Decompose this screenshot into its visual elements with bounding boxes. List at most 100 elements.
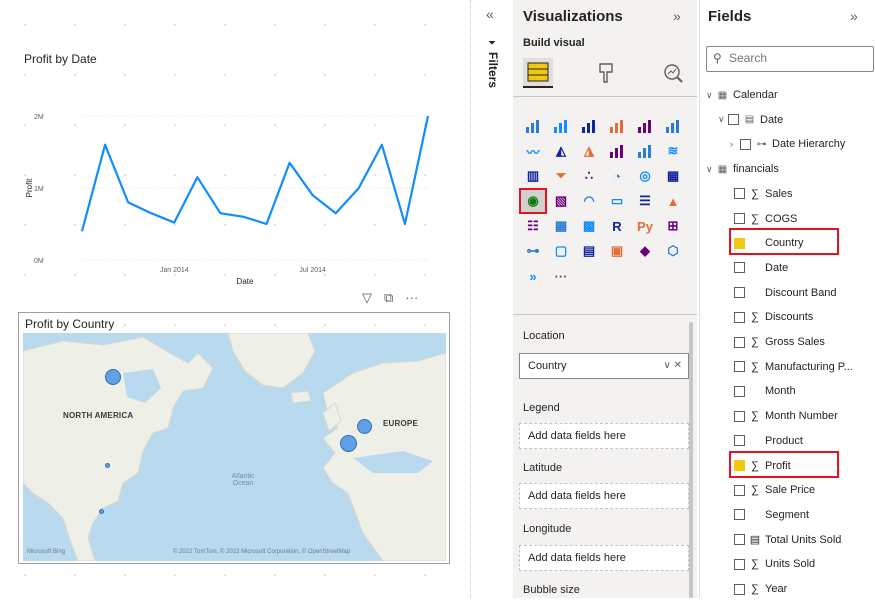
table-visual-icon[interactable] [523,58,553,88]
collapse-icon[interactable]: « [486,6,494,22]
longitude-well[interactable]: Add data fields here [519,545,689,571]
well-controls[interactable]: ∨ ✕ [664,360,682,371]
map-icon[interactable]: ◉ [519,188,547,214]
power-apps-icon[interactable]: ◆ [633,240,657,262]
field-discount-band[interactable]: Discount Band [734,282,837,304]
bubble-mexico[interactable] [99,509,104,514]
expand-icon[interactable]: » [673,8,681,24]
clustered-bar-chart-icon[interactable] [577,115,601,137]
bubble-france[interactable] [340,435,357,452]
key-influencers-icon[interactable]: ⊞ [661,215,685,237]
bubble-canada[interactable] [105,369,121,385]
expand-icon[interactable]: » [850,8,858,24]
scatter-chart-icon[interactable]: ∴ [577,165,601,187]
table-financials[interactable]: ∨ ▦ financials [706,158,779,180]
filter-icon[interactable]: ▽ [362,290,372,306]
search-box[interactable]: ⚲ [706,46,874,72]
filters-label[interactable]: Filters [486,52,500,88]
profit-by-country-visual[interactable]: NORTH AMERICA EUROPE Atlantic Ocean Micr… [18,312,450,564]
area-chart-icon[interactable]: ◭ [549,140,573,162]
line-clustered-column-chart-icon[interactable] [605,140,629,162]
field-cogs[interactable]: ∑ COGS [734,208,797,230]
ribbon-chart-icon[interactable]: ≋ [661,140,685,162]
funnel-chart-icon[interactable]: ⏷ [549,165,573,187]
line-stacked-column-chart-icon[interactable] [633,140,657,162]
field-month[interactable]: Month [734,380,796,402]
stacked-bar-chart-icon[interactable] [521,115,545,137]
location-well[interactable]: Country ∨ ✕ [519,353,689,379]
format-paint-icon[interactable] [591,58,621,88]
field-date[interactable]: Date [734,257,788,279]
well-field-country[interactable]: Country [528,360,567,372]
checkbox[interactable] [734,287,745,299]
more-options-icon[interactable]: ··· [405,290,418,306]
checkbox[interactable] [734,484,745,496]
100-stacked-column-chart-icon[interactable] [661,115,685,137]
table-calendar[interactable]: ∨ ▦ Calendar [706,84,778,106]
checkbox[interactable] [734,188,745,200]
checkbox[interactable] [734,558,745,570]
checkbox[interactable] [734,534,745,546]
slicer-icon[interactable]: ☷ [521,215,545,237]
checkbox[interactable] [734,385,745,397]
kpi-icon[interactable]: ▲ [661,190,685,212]
bubble-usa[interactable] [105,463,110,468]
field-units-sold[interactable]: ∑ Units Sold [734,553,815,575]
map-area[interactable]: NORTH AMERICA EUROPE Atlantic Ocean Micr… [23,333,446,561]
scrollbar[interactable] [689,322,693,598]
multi-row-card-icon[interactable]: ☰ [633,190,657,212]
stacked-area-chart-icon[interactable]: ◮ [577,140,601,162]
100-stacked-bar-chart-icon[interactable] [633,115,657,137]
power-automate-icon[interactable]: ⬡ [661,240,685,262]
field-month-number[interactable]: ∑ Month Number [734,405,838,427]
field-year[interactable]: ∑ Year [734,578,787,600]
checkbox[interactable] [734,410,745,422]
field-discounts[interactable]: ∑ Discounts [734,306,813,328]
checkbox[interactable] [734,336,745,348]
checkbox[interactable] [734,435,745,447]
field-sales[interactable]: ∑ Sales [734,183,793,205]
checkbox[interactable] [728,114,739,126]
line-chart-icon[interactable]: 〰 [521,140,545,162]
more-ellipsis-icon[interactable]: ··· [549,265,573,287]
waterfall-chart-icon[interactable]: ▥ [521,165,545,187]
filled-map-icon[interactable]: ▧ [549,190,573,212]
decomposition-tree-icon[interactable]: ⊶ [521,240,545,262]
qa-visual-icon[interactable]: ▢ [549,240,573,262]
pie-chart-icon[interactable]: ◔ [605,165,629,187]
analytics-icon[interactable] [658,58,688,88]
field-product[interactable]: Product [734,430,803,452]
smart-narrative-icon[interactable]: ▤ [577,240,601,262]
latitude-well[interactable]: Add data fields here [519,483,689,509]
field-segment[interactable]: Segment [734,504,809,526]
checkbox[interactable] [734,213,745,224]
checkbox[interactable] [734,262,745,274]
field-total-units-sold[interactable]: ▤ Total Units Sold [734,529,841,551]
field-manufacturing-p-[interactable]: ∑ Manufacturing P... [734,356,853,378]
checkbox[interactable] [734,509,745,521]
chevron-down-icon[interactable]: ∨ [718,114,728,125]
search-input[interactable] [729,51,869,65]
report-canvas[interactable]: Profit by Date 0M 1M 2M Jan 2014 Jul 2014 Dat… [0,0,470,598]
gauge-icon[interactable]: ◠ [577,190,601,212]
python-visual-icon[interactable]: Py [633,215,657,237]
r-visual-icon[interactable]: R [605,215,629,237]
field-sale-price[interactable]: ∑ Sale Price [734,479,815,501]
field-date-hierarchy[interactable]: › ⊶ Date Hierarchy [730,133,845,155]
treemap-icon[interactable]: ▦ [661,165,685,187]
chevron-down-icon[interactable]: ∨ [706,90,716,101]
clustered-column-chart-icon[interactable] [605,115,629,137]
chevron-right-icon[interactable]: › [730,139,740,149]
chevron-down-icon[interactable]: ∨ [706,164,716,175]
profit-by-date-visual[interactable]: Profit by Date 0M 1M 2M Jan 2014 Jul 2014 Dat… [20,44,450,292]
card-icon[interactable]: ▭ [605,190,629,212]
table-icon[interactable]: ▦ [549,215,573,237]
field-date[interactable]: ∨ ▤ Date [718,109,783,131]
get-more-visuals-icon[interactable]: » [521,265,545,287]
stacked-column-chart-icon[interactable] [549,115,573,137]
donut-chart-icon[interactable]: ◎ [633,165,657,187]
filters-pane-collapsed[interactable]: « ⏷ Filters [478,0,510,598]
checkbox[interactable] [740,138,751,150]
focus-mode-icon[interactable]: ⧉ [384,290,393,306]
checkbox[interactable] [734,311,745,323]
